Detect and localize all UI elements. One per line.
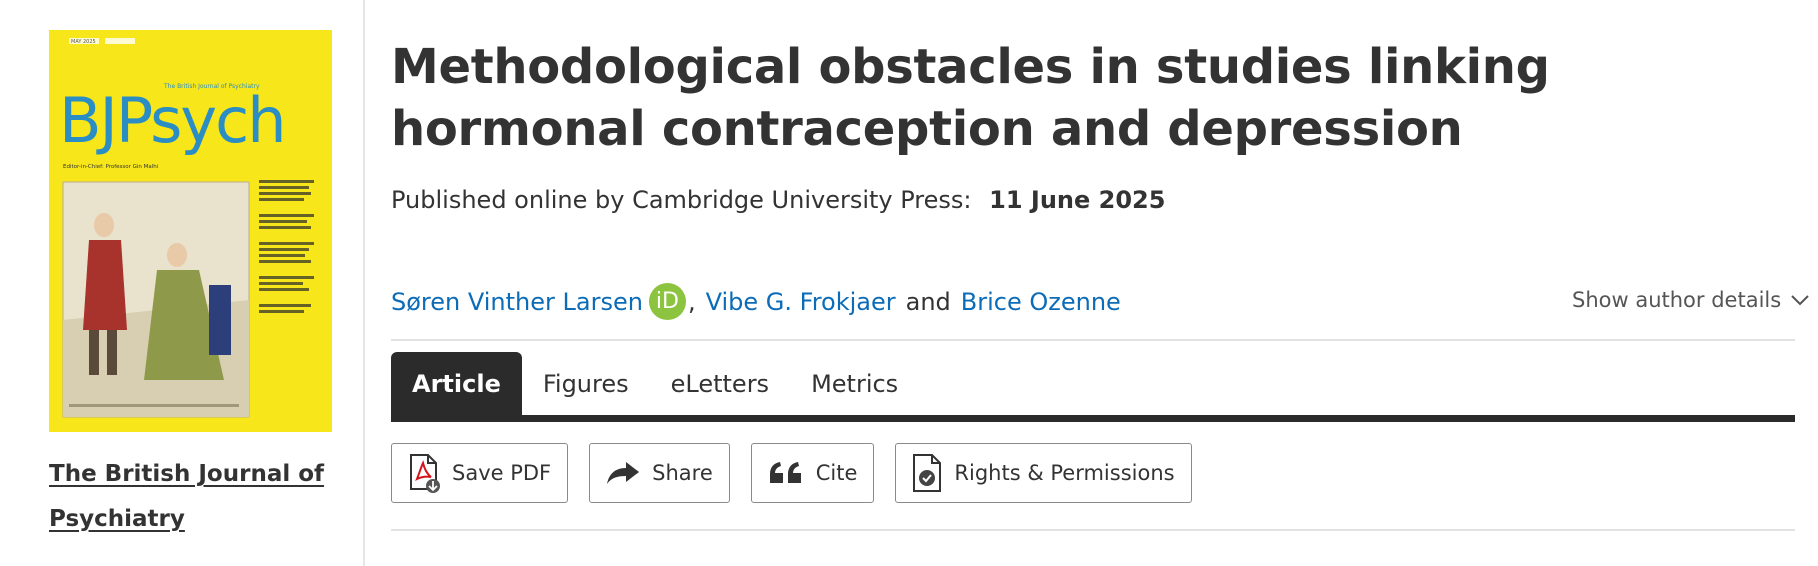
published-date: 11 June 2025 [989, 186, 1166, 214]
divider [391, 529, 1795, 531]
save-pdf-button[interactable]: Save PDF [391, 443, 569, 503]
cover-issue-label: MAY 2025 [71, 39, 96, 45]
article-actions: Save PDF Share Cite Rights & Permissions [391, 443, 1213, 503]
share-arrow-icon [606, 460, 640, 486]
author-separator: , [687, 287, 696, 316]
cite-button[interactable]: Cite [750, 443, 875, 503]
rights-permissions-label: Rights & Permissions [954, 461, 1175, 485]
rights-permissions-button[interactable]: Rights & Permissions [895, 443, 1192, 503]
tab-metrics[interactable]: Metrics [790, 352, 919, 416]
column-divider [363, 0, 365, 566]
document-check-icon [912, 453, 942, 493]
quote-icon [768, 461, 804, 485]
publication-info: Published online by Cambridge University… [391, 186, 1165, 214]
published-label: Published online by Cambridge University… [391, 186, 972, 214]
journal-cover-image[interactable]: MAY 2025 The British Journal of Psychiat… [49, 30, 332, 432]
tab-underline-bar [391, 415, 1795, 422]
author-link-2[interactable]: Vibe G. Frokjaer [706, 288, 896, 316]
author-link-3[interactable]: Brice Ozenne [961, 288, 1121, 316]
show-author-details-toggle[interactable]: Show author details [1572, 288, 1809, 312]
orcid-icon[interactable]: iD [648, 283, 686, 320]
journal-title-link[interactable]: The British Journal of Psychiatry [49, 452, 339, 542]
divider [391, 339, 1795, 341]
author-link-1[interactable]: Søren Vinther Larsen [391, 288, 643, 316]
chevron-down-icon [1791, 295, 1809, 306]
tab-article[interactable]: Article [391, 352, 522, 416]
tab-figures[interactable]: Figures [522, 352, 650, 416]
pdf-download-icon [408, 453, 440, 493]
article-title: Methodological obstacles in studies link… [391, 39, 1550, 157]
share-label: Share [652, 461, 713, 485]
author-list: Søren Vinther Larsen iD , Vibe G. Frokja… [391, 283, 1121, 320]
tab-eletters[interactable]: eLetters [650, 352, 790, 416]
show-author-details-label: Show author details [1572, 288, 1782, 312]
article-tabs: Article Figures eLetters Metrics [391, 352, 919, 416]
save-pdf-label: Save PDF [452, 461, 552, 485]
cover-editor-line: Editor-in-Chief: Professor Gin Malhi [63, 164, 159, 170]
author-and: and [905, 287, 951, 316]
share-button[interactable]: Share [589, 443, 730, 503]
cover-logo-text: BJPsych [59, 84, 285, 157]
cite-label: Cite [815, 461, 858, 485]
